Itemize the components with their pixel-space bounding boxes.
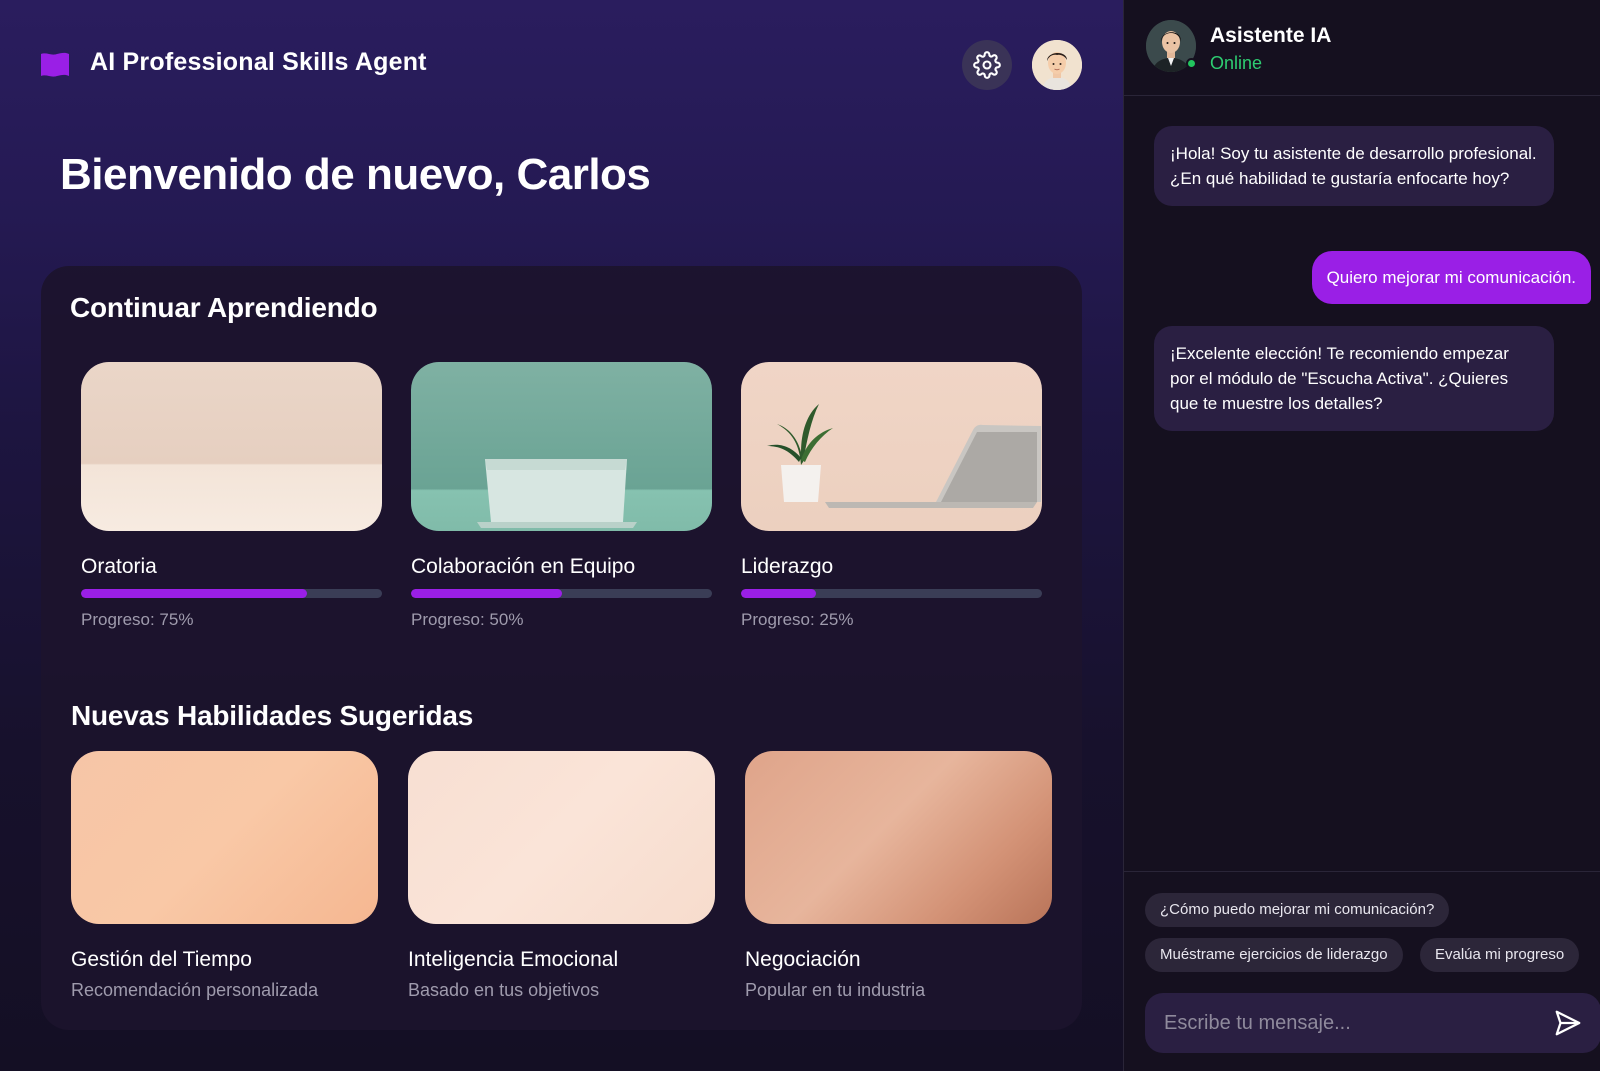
skill-subtitle: Basado en tus objetivos xyxy=(408,980,600,1000)
quick-reply-chip[interactable]: ¿Cómo puedo mejorar mi comunicación? xyxy=(1145,893,1450,927)
skill-subtitle: Recomendación personalizada xyxy=(71,980,319,1000)
course-name: Liderazgo xyxy=(741,555,834,578)
course-card-colaboracion[interactable]: Colaboración en Equipo Progreso: 50% xyxy=(411,362,712,630)
skill-card-negociacion[interactable]: Negociación Popular en tu industria xyxy=(745,751,1052,1001)
continue-learning-title: Continuar Aprendiendo xyxy=(70,292,378,323)
user-avatar-icon xyxy=(1032,40,1082,90)
chat-footer: ¿Cómo puedo mejorar mi comunicación? Mué… xyxy=(1124,871,1600,1071)
message-input-container xyxy=(1145,993,1600,1053)
progress-fill xyxy=(741,589,817,598)
app-title: AI Professional Skills Agent xyxy=(90,48,427,76)
course-thumbnail xyxy=(411,362,712,531)
quick-reply-chip[interactable]: Evalúa mi progreso xyxy=(1420,938,1580,972)
assistant-name: Asistente IA xyxy=(1210,24,1332,47)
bot-message: ¡Hola! Soy tu asistente de desarrollo pr… xyxy=(1154,126,1554,206)
progress-bar xyxy=(81,589,382,598)
flag-icon xyxy=(41,52,69,77)
skill-name: Negociación xyxy=(745,948,861,971)
course-card-liderazgo[interactable]: Liderazgo Progreso: 25% xyxy=(741,362,1042,630)
user-message: Quiero mejorar mi comunicación. xyxy=(1311,251,1591,304)
skill-thumbnail xyxy=(71,751,378,924)
settings-button[interactable] xyxy=(962,40,1012,90)
course-name: Colaboración en Equipo xyxy=(411,555,636,578)
course-thumbnail xyxy=(741,362,1042,531)
top-bar: AI Professional Skills Agent xyxy=(0,0,1123,130)
skill-subtitle: Popular en tu industria xyxy=(745,980,926,1000)
suggested-skills-title: Nuevas Habilidades Sugeridas xyxy=(71,700,474,731)
course-card-oratoria[interactable]: Oratoria Progreso: 75% xyxy=(81,362,382,630)
skill-thumbnail xyxy=(408,751,715,924)
progress-label: Progreso: 75% xyxy=(81,610,194,629)
chat-panel: Asistente IA Online ¡Hola! Soy tu asiste… xyxy=(1123,0,1600,1071)
skill-name: Inteligencia Emocional xyxy=(408,948,619,971)
progress-fill xyxy=(411,589,562,598)
assistant-status: Online xyxy=(1210,53,1263,73)
progress-bar xyxy=(411,589,712,598)
plant-laptop-icon xyxy=(767,404,1041,508)
progress-bar xyxy=(741,589,1042,598)
progress-label: Progreso: 25% xyxy=(741,610,854,629)
chat-header: Asistente IA Online xyxy=(1124,0,1600,96)
quick-reply-chip[interactable]: Muéstrame ejercicios de liderazgo xyxy=(1145,938,1403,972)
bot-message: ¡Excelente elección! Te recomiendo empez… xyxy=(1154,326,1554,431)
main-area: AI Professional Skills Agent Bienvenido … xyxy=(0,0,1123,1071)
online-status-dot xyxy=(1186,58,1197,69)
course-name: Oratoria xyxy=(81,555,157,578)
progress-fill xyxy=(81,589,307,598)
course-thumbnail xyxy=(81,362,382,531)
gear-icon xyxy=(973,51,1001,79)
welcome-heading: Bienvenido de nuevo, Carlos xyxy=(60,150,651,199)
skill-thumbnail xyxy=(745,751,1052,924)
skill-name: Gestión del Tiempo xyxy=(71,948,252,971)
skill-card-gestion-tiempo[interactable]: Gestión del Tiempo Recomendación persona… xyxy=(71,751,378,1001)
message-input[interactable] xyxy=(1145,993,1545,1053)
laptop-icon xyxy=(477,459,637,528)
send-icon[interactable] xyxy=(1553,1008,1583,1038)
skill-card-inteligencia-emocional[interactable]: Inteligencia Emocional Basado en tus obj… xyxy=(408,751,715,1001)
progress-label: Progreso: 50% xyxy=(411,610,524,629)
user-avatar-button[interactable] xyxy=(1032,40,1082,90)
